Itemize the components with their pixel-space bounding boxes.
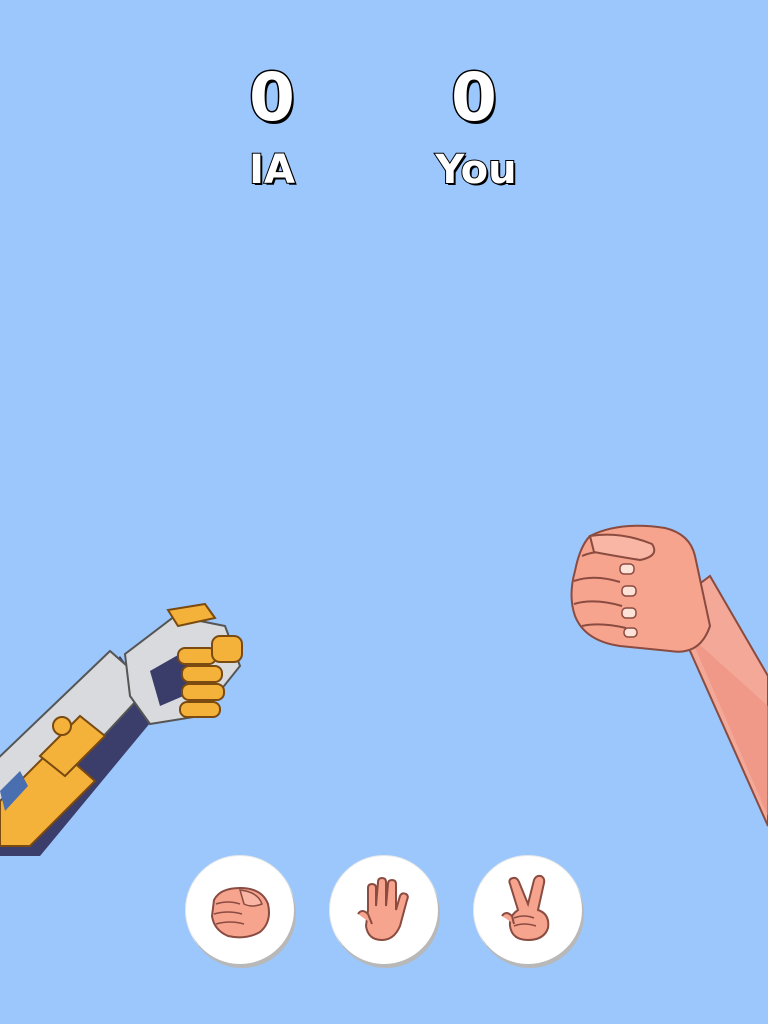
paper-hand-icon [357,876,409,942]
ai-score: 0 [248,59,297,136]
human-fist-icon [570,524,768,827]
player-label: You [434,147,517,193]
paper-button[interactable] [330,856,438,964]
robot-fist-icon [0,602,243,856]
scissors-hand-icon [501,874,550,942]
scissors-button[interactable] [474,856,582,964]
ai-label: IA [248,147,296,193]
player-score: 0 [450,59,499,136]
rock-hand-icon [210,886,270,939]
rock-button[interactable] [186,856,294,964]
